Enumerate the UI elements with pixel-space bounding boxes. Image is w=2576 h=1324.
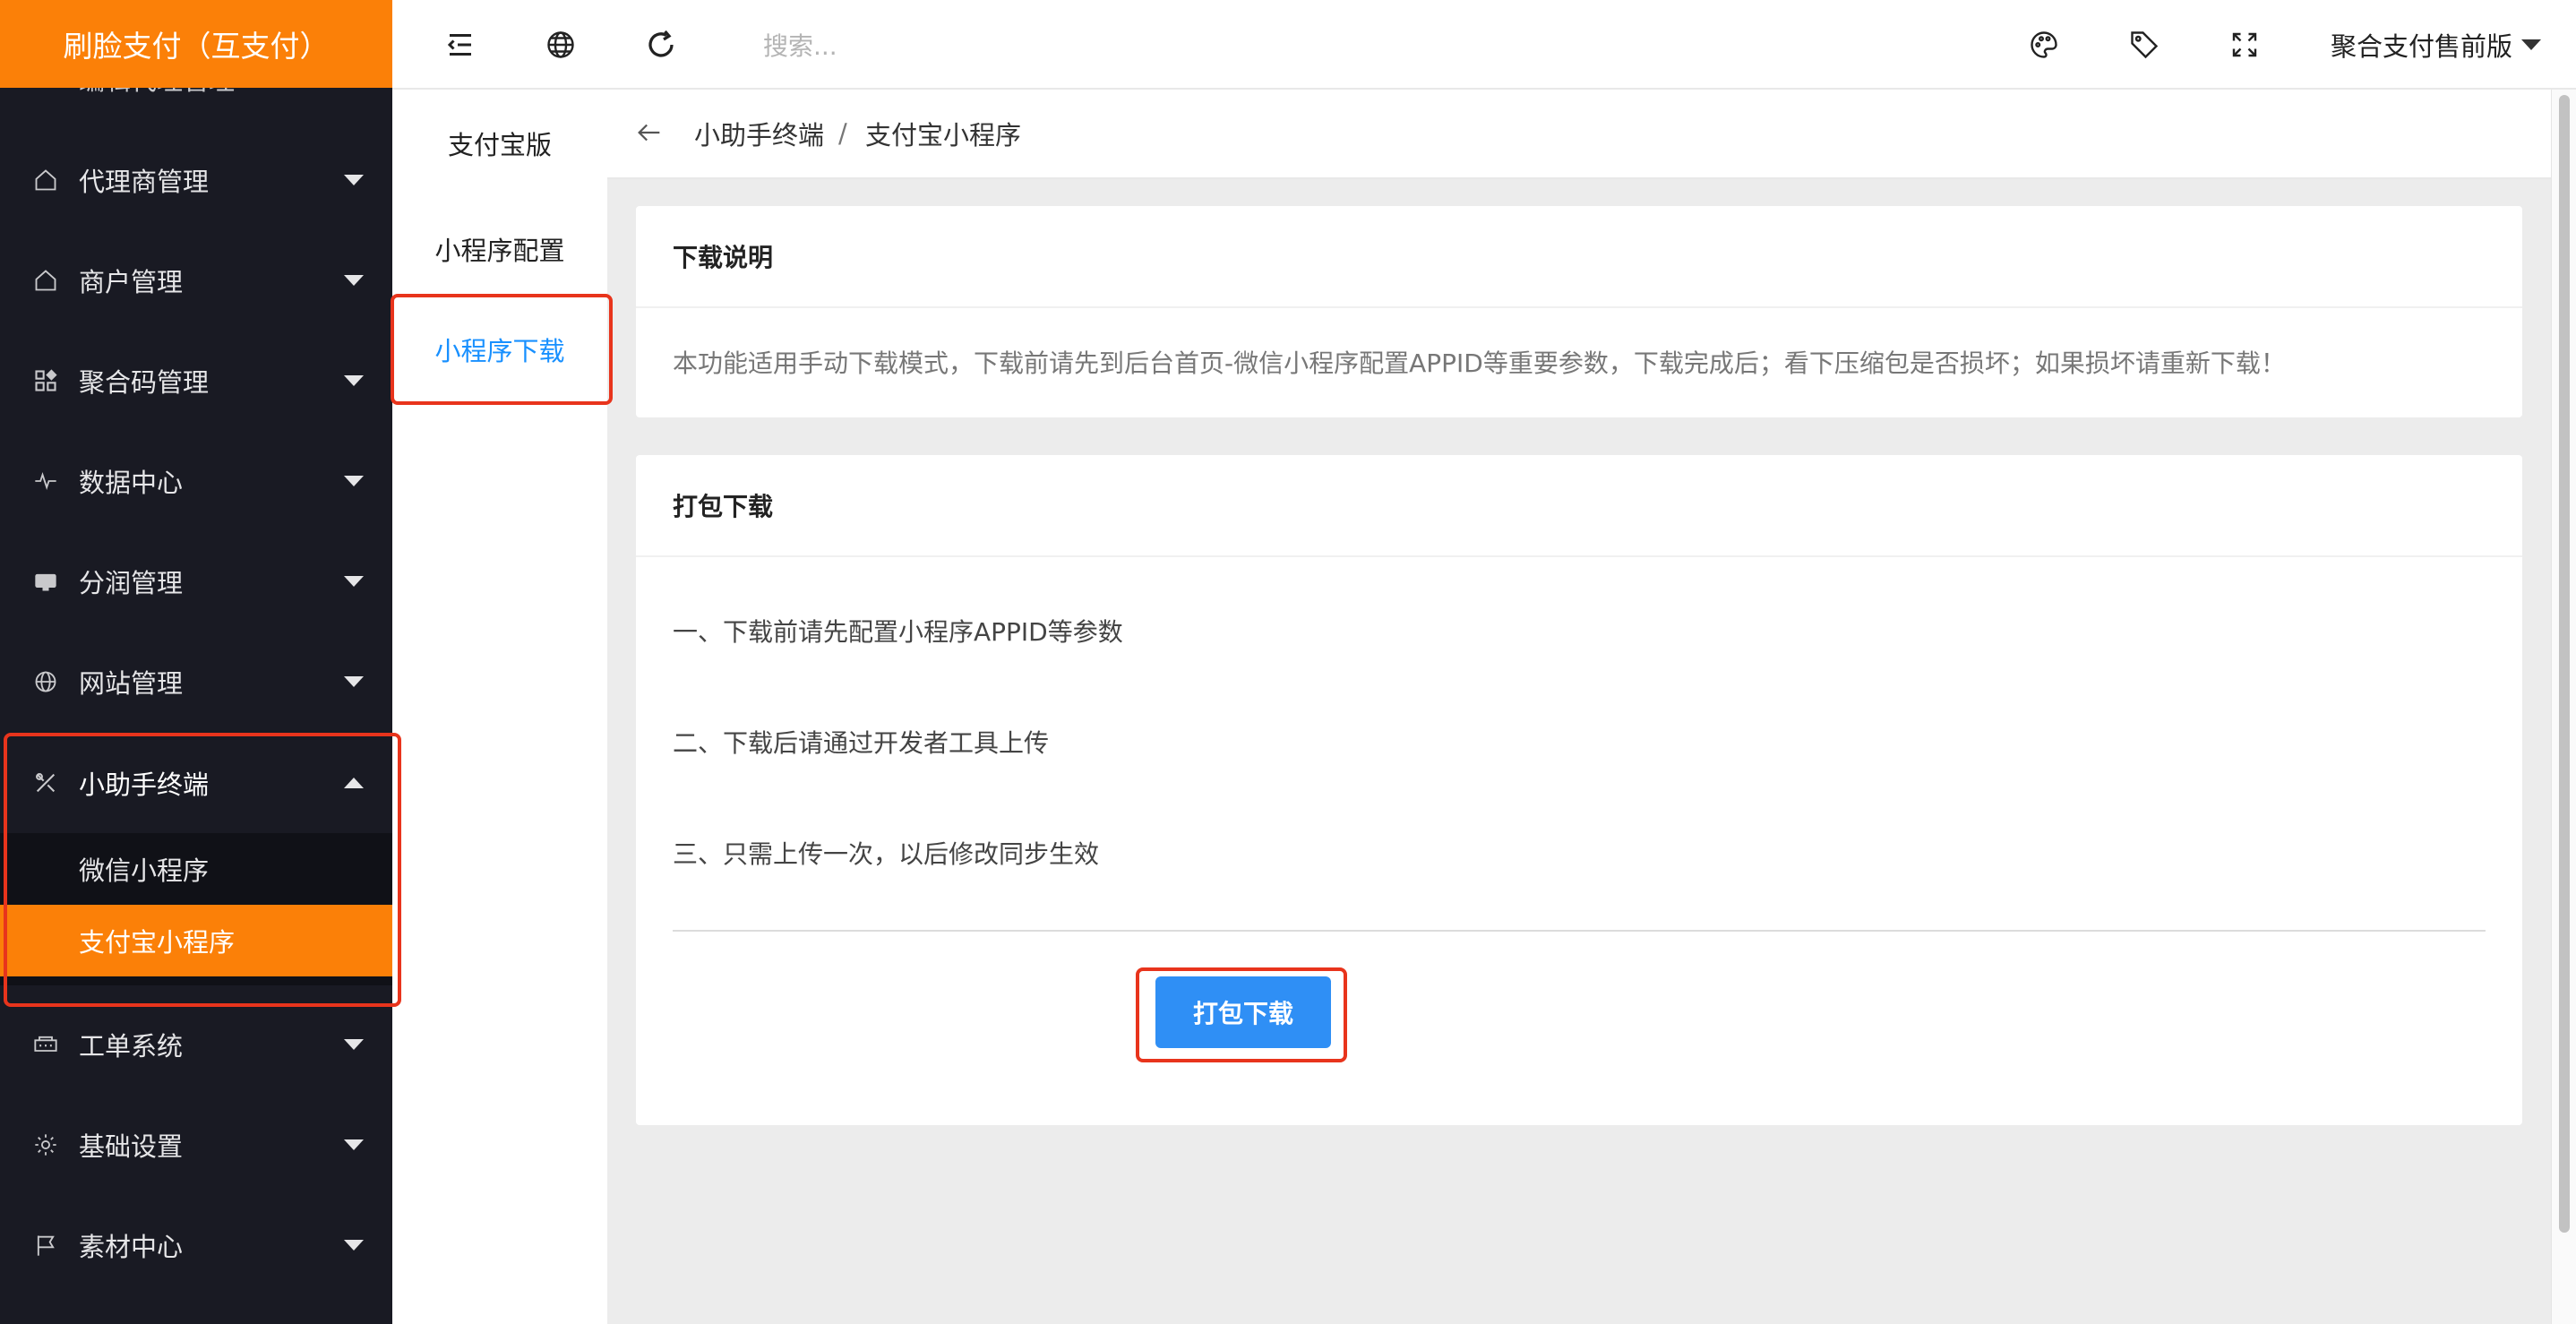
breadcrumb-separator: / [838, 118, 847, 149]
chevron-down-icon [344, 476, 364, 486]
sidebar-item-settings[interactable]: 基础设置 [0, 1095, 392, 1195]
flag-icon [32, 1232, 59, 1259]
step-text: 一、下载前请先配置小程序APPID等参数 [673, 617, 1123, 647]
sidebar-item-label: 素材中心 [79, 1232, 184, 1262]
chevron-down-icon [344, 275, 364, 286]
top-header: 聚合支付售前版 [392, 0, 2576, 90]
app-title: 刷脸支付（互支付） [63, 29, 330, 64]
scrollbar-thumb[interactable] [2559, 95, 2570, 1233]
download-notice-card: 下载说明 本功能适用手动下载模式，下载前请先到后台首页-微信小程序配置APPID… [636, 206, 2522, 417]
sidebar-item-label: 基础设置 [79, 1131, 184, 1162]
search-input[interactable] [763, 25, 1301, 66]
back-arrow-icon[interactable] [634, 117, 666, 150]
highlight-box-download-button [1136, 967, 1347, 1062]
chevron-down-icon [344, 1240, 364, 1251]
version-dropdown[interactable]: 聚合支付售前版 [2331, 25, 2542, 64]
home-icon [32, 167, 59, 193]
menu-fold-icon[interactable] [442, 27, 478, 63]
chevron-down-icon [2521, 39, 2542, 50]
tab-alipay-edition[interactable]: 支付宝版 [392, 99, 607, 188]
gear-icon [32, 1131, 59, 1158]
page-scrollbar[interactable] [2551, 90, 2576, 1324]
sidebar-item-label: 工单系统 [79, 1031, 184, 1062]
grid-icon [32, 367, 59, 394]
secondary-nav: 支付宝版 小程序配置 小程序下载 [392, 90, 607, 1324]
step-text: 二、下载后请通过开发者工具上传 [673, 728, 1050, 758]
tab-miniprogram-config[interactable]: 小程序配置 [392, 204, 607, 294]
breadcrumb-parent[interactable]: 小助手终端 [694, 115, 824, 152]
chevron-down-icon [344, 175, 364, 185]
money-icon [32, 568, 59, 595]
highlight-box-sidebar [4, 733, 401, 1007]
sidebar-item-label: 聚合码管理 [79, 367, 210, 398]
pulse-icon [32, 468, 59, 494]
ticket-icon [32, 1031, 59, 1058]
app-logo[interactable]: 刷脸支付（互支付） [0, 0, 392, 88]
breadcrumb-current: 支付宝小程序 [865, 120, 1022, 150]
globe-icon [32, 668, 59, 695]
notice-text: 本功能适用手动下载模式，下载前请先到后台首页-微信小程序配置APPID等重要参数… [673, 348, 2286, 378]
sidebar-item-label: 商户管理 [79, 267, 184, 297]
sidebar-item-label: 代理商管理 [79, 167, 210, 197]
sidebar-item-materials[interactable]: 素材中心 [0, 1195, 392, 1295]
fullscreen-icon[interactable] [2227, 27, 2263, 63]
chevron-down-icon [344, 375, 364, 386]
sidebar-item-label: 分润管理 [79, 568, 184, 598]
tab-label: 支付宝版 [447, 130, 552, 160]
sidebar-item-tickets[interactable]: 工单系统 [0, 994, 392, 1095]
breadcrumb: 小助手终端 / 支付宝小程序 [607, 90, 2551, 179]
chevron-down-icon [344, 676, 364, 687]
sidebar-item-merchant[interactable]: 商户管理 [0, 230, 392, 331]
card-title: 打包下载 [636, 455, 2522, 557]
tab-label: 小程序配置 [434, 236, 565, 266]
sidebar-item-website[interactable]: 网站管理 [0, 632, 392, 732]
sidebar: 刷脸支付（互支付） 编辑代理管理 代理商管理 商户管理 聚合码管理 数据中心 [0, 0, 392, 1324]
sidebar-item-agent[interactable]: 代理商管理 [0, 130, 392, 230]
package-download-card: 打包下载 一、下载前请先配置小程序APPID等参数 二、下载后请通过开发者工具上… [636, 455, 2522, 1125]
sidebar-item-qrcode[interactable]: 聚合码管理 [0, 331, 392, 431]
card-title: 下载说明 [636, 206, 2522, 308]
sidebar-item-data-center[interactable]: 数据中心 [0, 431, 392, 531]
chevron-down-icon [344, 1039, 364, 1050]
chevron-down-icon [344, 1139, 364, 1150]
globe-icon[interactable] [543, 27, 579, 63]
version-label: 聚合支付售前版 [2331, 31, 2513, 62]
sidebar-item-label: 网站管理 [79, 668, 184, 699]
step-text: 三、只需上传一次，以后修改同步生效 [673, 839, 1100, 869]
sidebar-item-label: 数据中心 [79, 468, 184, 498]
refresh-icon[interactable] [643, 27, 679, 63]
divider [673, 930, 2486, 932]
home-icon [32, 267, 59, 294]
chevron-down-icon [344, 576, 364, 587]
tag-icon[interactable] [2126, 27, 2162, 63]
highlight-box-download-tab [391, 294, 613, 405]
sidebar-item-profit[interactable]: 分润管理 [0, 531, 392, 632]
palette-icon[interactable] [2026, 27, 2062, 63]
